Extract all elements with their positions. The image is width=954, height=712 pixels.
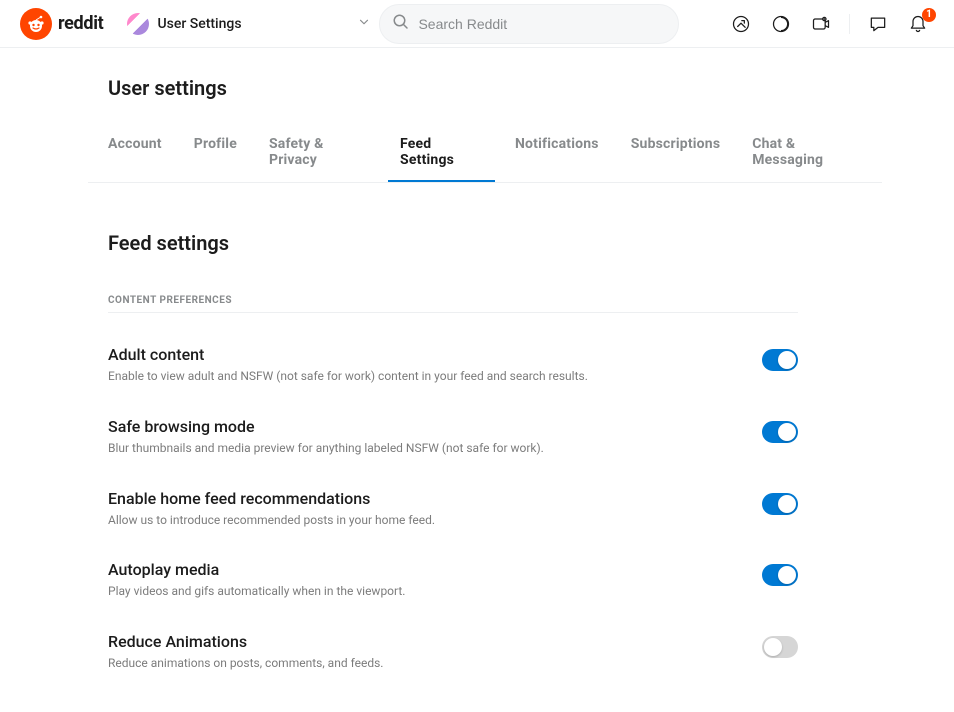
search-icon xyxy=(392,13,410,35)
tab-chat[interactable]: Chat & Messaging xyxy=(740,124,874,182)
setting-desc: Reduce animations on posts, comments, an… xyxy=(108,655,738,672)
tab-notifications[interactable]: Notifications xyxy=(503,124,611,182)
content-preferences-header: Content Preferences xyxy=(108,295,798,313)
toggle-reduce-animations[interactable] xyxy=(762,636,798,658)
setting-desc: Allow us to introduce recommended posts … xyxy=(108,512,738,529)
toggle-autoplay-media[interactable] xyxy=(762,564,798,586)
page-title: User settings xyxy=(108,76,862,100)
search-input[interactable] xyxy=(418,16,666,32)
setting-title: Safe browsing mode xyxy=(108,417,738,436)
notifications-icon[interactable]: 1 xyxy=(902,8,934,40)
setting-home-recommendations: Enable home feed recommendations Allow u… xyxy=(108,489,798,529)
main-content: User settings Account Profile Safety & P… xyxy=(92,48,862,712)
talk-icon[interactable] xyxy=(805,8,837,40)
toggle-home-recommendations[interactable] xyxy=(762,493,798,515)
setting-reduce-animations: Reduce Animations Reduce animations on p… xyxy=(108,632,798,672)
section-title: Feed settings xyxy=(108,231,862,255)
chat-icon[interactable] xyxy=(862,8,894,40)
header-actions: 1 xyxy=(725,8,934,40)
tab-subscriptions[interactable]: Subscriptions xyxy=(619,124,733,182)
setting-desc: Play videos and gifs automatically when … xyxy=(108,583,738,600)
divider xyxy=(849,14,850,34)
setting-title: Reduce Animations xyxy=(108,632,738,651)
search-box[interactable] xyxy=(379,4,679,44)
notification-badge: 1 xyxy=(922,8,936,22)
tab-account[interactable]: Account xyxy=(96,124,174,182)
setting-title: Adult content xyxy=(108,345,738,364)
logo[interactable]: reddit xyxy=(20,8,103,40)
setting-adult-content: Adult content Enable to view adult and N… xyxy=(108,345,798,385)
setting-title: Enable home feed recommendations xyxy=(108,489,738,508)
setting-title: Autoplay media xyxy=(108,560,738,579)
setting-desc: Blur thumbnails and media preview for an… xyxy=(108,440,738,457)
chevron-down-icon xyxy=(357,14,371,33)
tab-safety[interactable]: Safety & Privacy xyxy=(257,124,380,182)
avatar-icon xyxy=(127,13,149,35)
coins-icon[interactable] xyxy=(765,8,797,40)
setting-safe-browsing: Safe browsing mode Blur thumbnails and m… xyxy=(108,417,798,457)
toggle-safe-browsing[interactable] xyxy=(762,421,798,443)
brand-text: reddit xyxy=(58,13,103,34)
community-dropdown[interactable]: User Settings xyxy=(119,6,379,42)
community-label: User Settings xyxy=(157,16,349,32)
tab-feed-settings[interactable]: Feed Settings xyxy=(388,124,495,182)
reddit-logo-icon xyxy=(20,8,52,40)
app-header: reddit User Settings 1 xyxy=(0,0,954,48)
settings-tabs: Account Profile Safety & Privacy Feed Se… xyxy=(88,124,882,183)
tab-profile[interactable]: Profile xyxy=(182,124,249,182)
setting-desc: Enable to view adult and NSFW (not safe … xyxy=(108,368,738,385)
toggle-adult-content[interactable] xyxy=(762,349,798,371)
popular-link-icon[interactable] xyxy=(725,8,757,40)
setting-autoplay-media: Autoplay media Play videos and gifs auto… xyxy=(108,560,798,600)
